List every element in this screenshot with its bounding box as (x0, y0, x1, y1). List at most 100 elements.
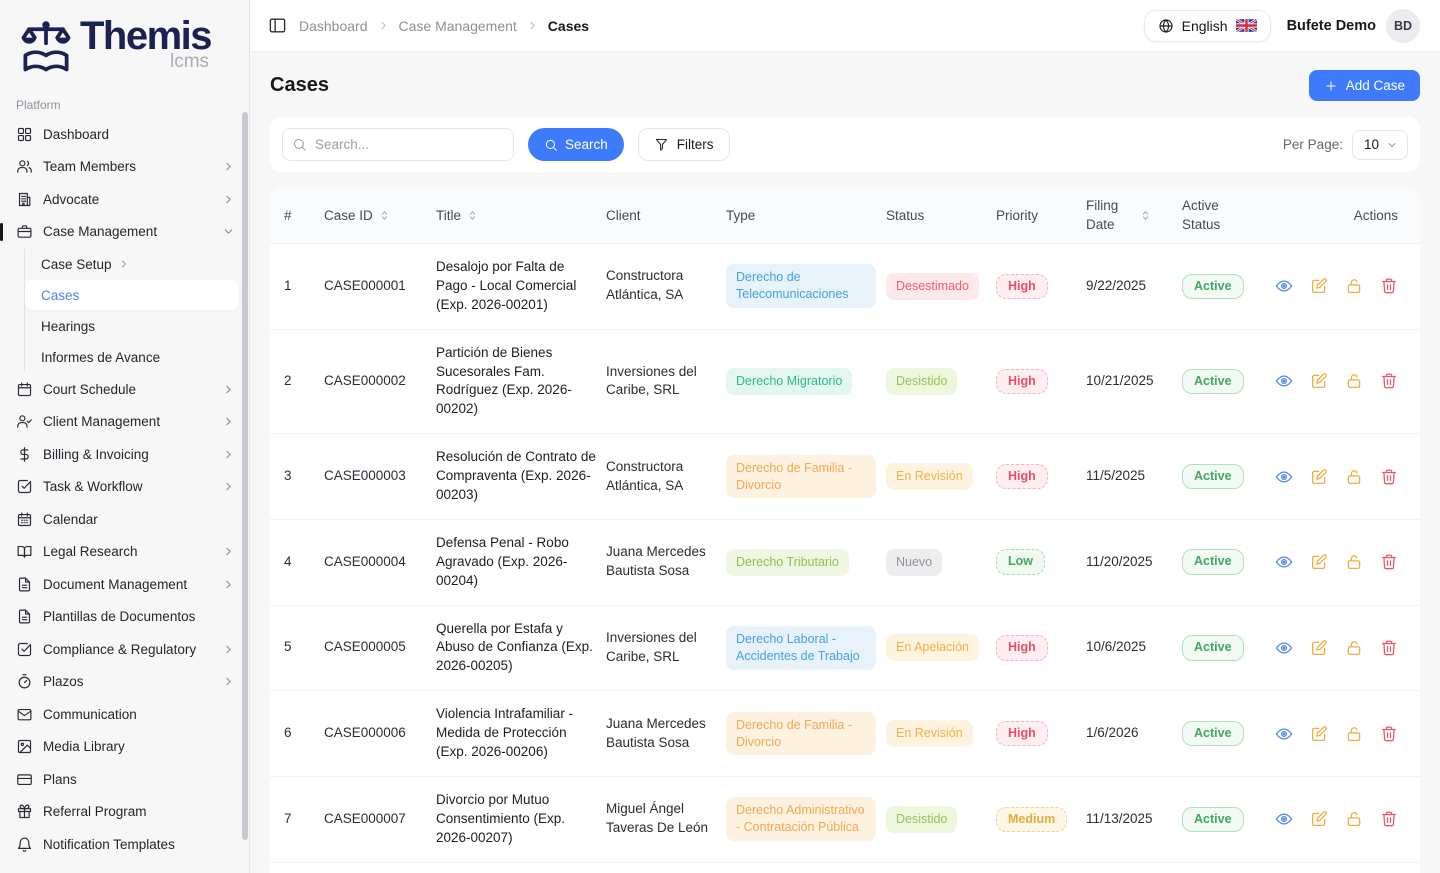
filters-button[interactable]: Filters (637, 128, 730, 161)
breadcrumb-case-management[interactable]: Case Management (399, 18, 517, 34)
table-header-row: # Case ID Title Client Type Status Priority Fil… (270, 188, 1420, 244)
case-id-cell: CASE000004 (324, 553, 406, 569)
table-row[interactable]: 4 CASE000004 Defensa Penal - Robo Agravado… (270, 520, 1420, 606)
table-row[interactable]: 3 CASE000003 Resolución de Contrato de Com… (270, 434, 1420, 520)
delete-button[interactable] (1380, 372, 1398, 390)
sidebar-item-advocate[interactable]: Advocate (0, 183, 249, 216)
chevron-right-icon (226, 450, 231, 458)
table-row[interactable]: 2 CASE000002 Partición de Bienes Sucesoral… (270, 330, 1420, 435)
table-row[interactable]: 6 CASE000006 Violencia Intrafamiliar - Med… (270, 691, 1420, 777)
view-button[interactable] (1275, 553, 1293, 571)
sidebar-item-billing-invoicing[interactable]: Billing & Invoicing (0, 438, 249, 471)
view-button[interactable] (1275, 639, 1293, 657)
chevron-right-icon (380, 21, 386, 30)
sidebar-subitem-label: Case Setup (41, 256, 112, 272)
sidebar-item-communication[interactable]: Communication (0, 698, 249, 731)
sidebar-item-plans[interactable]: Plans (0, 763, 249, 796)
search-button[interactable]: Search (528, 128, 624, 161)
sidebar-item-legal-research[interactable]: Legal Research (0, 536, 249, 569)
active-status-badge: Active (1182, 368, 1244, 395)
sidebar-item-dashboard[interactable]: Dashboard (0, 118, 249, 151)
gift-icon (17, 804, 32, 819)
delete-button[interactable] (1380, 468, 1398, 486)
sidebar-item-calendar[interactable]: Calendar (0, 503, 249, 536)
chevron-right-icon (226, 645, 231, 653)
language-selector[interactable]: English (1143, 9, 1271, 42)
delete-button[interactable] (1380, 639, 1398, 657)
edit-button[interactable] (1310, 553, 1328, 571)
view-button[interactable] (1275, 810, 1293, 828)
sidebar-item-notification-templates[interactable]: Notification Templates (0, 828, 249, 861)
table-row[interactable]: 8CASE000008Demanda en Fijación de Pensió… (270, 863, 1420, 873)
lock-button[interactable] (1345, 553, 1363, 571)
lock-button[interactable] (1345, 810, 1363, 828)
account-menu[interactable]: Bufete Demo BD (1287, 8, 1420, 43)
per-page-select[interactable]: 10 (1351, 129, 1408, 160)
edit-button[interactable] (1310, 277, 1328, 295)
delete-button[interactable] (1380, 277, 1398, 295)
column-header-status: Status (886, 208, 996, 223)
stopwatch-icon (18, 674, 31, 689)
delete-button[interactable] (1380, 725, 1398, 743)
edit-button[interactable] (1310, 810, 1328, 828)
status-badge: Desestimado (886, 272, 979, 300)
add-case-button[interactable]: Add Case (1308, 70, 1420, 101)
lock-button[interactable] (1345, 639, 1363, 657)
table-row[interactable]: 5 CASE000005 Querella por Estafa y Abuso d… (270, 606, 1420, 692)
edit-button[interactable] (1310, 372, 1328, 390)
actions-cell (1274, 372, 1406, 390)
view-button[interactable] (1275, 468, 1293, 486)
view-button[interactable] (1275, 277, 1293, 295)
sidebar-item-informes-de-avance[interactable]: Informes de Avance (25, 342, 239, 372)
sidebar-item-team-members[interactable]: Team Members (0, 151, 249, 184)
sidebar-item-referral-program[interactable]: Referral Program (0, 796, 249, 829)
edit-button[interactable] (1310, 468, 1328, 486)
page-title: Cases (270, 74, 329, 96)
lock-button[interactable] (1345, 468, 1363, 486)
sidebar-item-media-library[interactable]: Media Library (0, 731, 249, 764)
type-badge: Derecho de Telecomunicaciones (726, 264, 876, 309)
sidebar-item-plazos[interactable]: Plazos (0, 666, 249, 699)
sidebar-item-plantillas-de-documentos[interactable]: Plantillas de Documentos (0, 601, 249, 634)
sidebar-item-client-management[interactable]: Client Management (0, 406, 249, 439)
sidebar-toggle-icon[interactable] (268, 16, 287, 35)
edit-button[interactable] (1310, 639, 1328, 657)
column-header-label: Status (886, 208, 925, 223)
sidebar-item-case-setup[interactable]: Case Setup (25, 249, 239, 279)
actions-cell (1274, 639, 1406, 657)
priority-badge: High (996, 463, 1048, 490)
table-row[interactable]: 1 CASE000001 Desalojo por Falta de Pago - … (270, 244, 1420, 330)
sidebar-item-document-management[interactable]: Document Management (0, 568, 249, 601)
view-button[interactable] (1275, 372, 1293, 390)
calendar-grid-icon (17, 512, 32, 526)
per-page-value: 10 (1363, 137, 1379, 152)
title-cell: Violencia Intrafamiliar - Medida de Prot… (436, 706, 574, 760)
search-input[interactable] (282, 128, 514, 161)
filing-date-cell: 11/20/2025 (1086, 553, 1153, 569)
sidebar-item-case-management[interactable]: Case Management (0, 216, 249, 249)
brand-logo[interactable]: Themis lcms (0, 0, 249, 88)
lock-button[interactable] (1345, 372, 1363, 390)
sidebar-item-compliance-regulatory[interactable]: Compliance & Regulatory (0, 633, 249, 666)
sidebar-section-label: Platform (16, 98, 61, 112)
lock-button[interactable] (1345, 725, 1363, 743)
delete-button[interactable] (1380, 553, 1398, 571)
sidebar-item-task-workflow[interactable]: Task & Workflow (0, 471, 249, 504)
sidebar-item-label: Media Library (43, 739, 125, 755)
delete-button[interactable] (1380, 810, 1398, 828)
sidebar-item-cases[interactable]: Cases (25, 280, 239, 310)
sidebar: Themis lcms Platform Dashboard Team Membe… (0, 0, 250, 873)
breadcrumb-dashboard[interactable]: Dashboard (299, 18, 368, 34)
edit-button[interactable] (1310, 725, 1328, 743)
add-case-label: Add Case (1345, 78, 1405, 93)
view-button[interactable] (1275, 725, 1293, 743)
sidebar-item-hearings[interactable]: Hearings (25, 311, 239, 341)
chevron-right-icon (226, 580, 231, 588)
trash-icon (1381, 726, 1397, 741)
sidebar-scrollbar[interactable] (242, 112, 248, 840)
chevron-down-icon (1388, 142, 1396, 147)
cases-table: # Case ID Title Client Type Status Priority Fil… (270, 188, 1420, 873)
sidebar-item-court-schedule[interactable]: Court Schedule (0, 373, 249, 406)
table-row[interactable]: 7 CASE000007 Divorcio por Mutuo Consentimi… (270, 777, 1420, 863)
lock-button[interactable] (1345, 277, 1363, 295)
